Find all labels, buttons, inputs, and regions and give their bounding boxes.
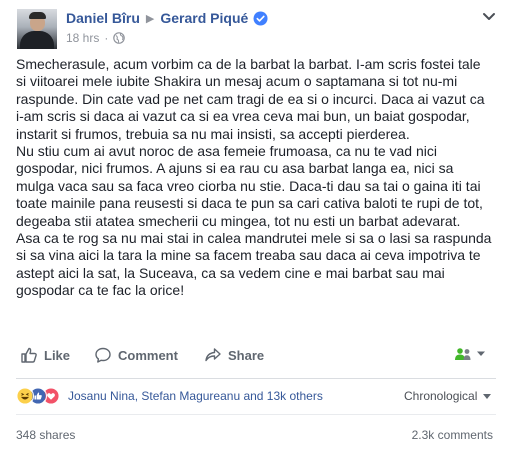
author-name[interactable]: Daniel Bîru: [66, 10, 140, 26]
post-line: si viitoarei mele iubite Shakira un mesa…: [16, 73, 458, 90]
post-line: raspunde. Din cate vad pe net cam tragi …: [16, 90, 485, 107]
share-button[interactable]: Share: [204, 346, 264, 364]
chevron-down-icon[interactable]: [482, 12, 496, 22]
verified-badge-icon: [253, 10, 268, 26]
post-line: astept aici la sat, la Suceava, ca sa ve…: [16, 264, 445, 281]
globe-icon[interactable]: [113, 32, 126, 44]
share-arrow-icon: [205, 348, 221, 362]
post-header-names: Daniel Bîru ▶ Gerard Piqué: [66, 10, 268, 26]
author-avatar[interactable]: [17, 9, 57, 49]
post-line: i-am scris si daca ai vazut ca si ea vre…: [16, 108, 470, 125]
comment-order-dropdown[interactable]: Chronological: [404, 389, 492, 403]
arrow-right-icon: ▶: [145, 12, 155, 25]
reactions-row: Josanu Nina, Stefan Magureanu and 13k ot…: [16, 386, 496, 406]
post-text: Smecherasule, acum vorbim ca de la barba…: [16, 56, 506, 300]
like-label: Like: [44, 347, 71, 363]
comment-order-label: Chronological: [404, 389, 478, 403]
post-line: instarit si frumos, trebuia sa nu mai in…: [16, 125, 410, 142]
post-line: Nu stiu cum ai avut noroc de asa femeie …: [16, 143, 437, 160]
people-icon: [455, 348, 471, 360]
facebook-post: Daniel Bîru ▶ Gerard Piqué 18 hrs · Smec…: [0, 0, 511, 452]
post-meta: 18 hrs ·: [66, 31, 126, 45]
reactors-summary[interactable]: Josanu Nina, Stefan Magureanu and 13k ot…: [68, 389, 323, 403]
post-line: Smecherasule, acum vorbim ca de la barba…: [16, 56, 481, 72]
comment-label: Comment: [118, 347, 178, 363]
post-line: Asa ca te rog sa nu mai stai in calea ma…: [16, 230, 492, 247]
like-button[interactable]: Like: [20, 346, 70, 364]
audience-selector[interactable]: [454, 347, 486, 361]
divider: [16, 414, 496, 415]
post-line: degeaba stii atatea smecherii cu mingea,…: [16, 212, 461, 229]
thumbs-up-icon: [21, 347, 37, 363]
comment-icon: [95, 347, 111, 363]
divider: [16, 378, 496, 379]
comment-button[interactable]: Comment: [94, 346, 178, 364]
caret-down-icon: [483, 393, 492, 399]
post-line: toate mainile pana reusesti si daca te p…: [16, 195, 483, 212]
shares-count[interactable]: 348 shares: [16, 428, 75, 442]
comments-count[interactable]: 2.3k comments: [412, 428, 493, 442]
post-timestamp[interactable]: 18 hrs: [66, 31, 99, 45]
post-line: si sa vina aici la tara la mine sa facem…: [16, 247, 481, 264]
share-label: Share: [228, 347, 265, 363]
reaction-icons[interactable]: [16, 387, 74, 405]
target-name[interactable]: Gerard Piqué: [160, 10, 248, 26]
chevron-down-icon: [477, 351, 485, 356]
post-line: mulga vaca sau sa faca vreo ciorba nu st…: [16, 177, 481, 194]
meta-separator: ·: [104, 31, 109, 45]
action-bar: Like Comment Share: [16, 338, 496, 374]
post-line: gospodar ca te fac la orice!: [16, 282, 185, 299]
post-line: gospodar, nici frumos. A ajuns si ea rau…: [16, 160, 454, 177]
haha-icon: [16, 387, 34, 405]
